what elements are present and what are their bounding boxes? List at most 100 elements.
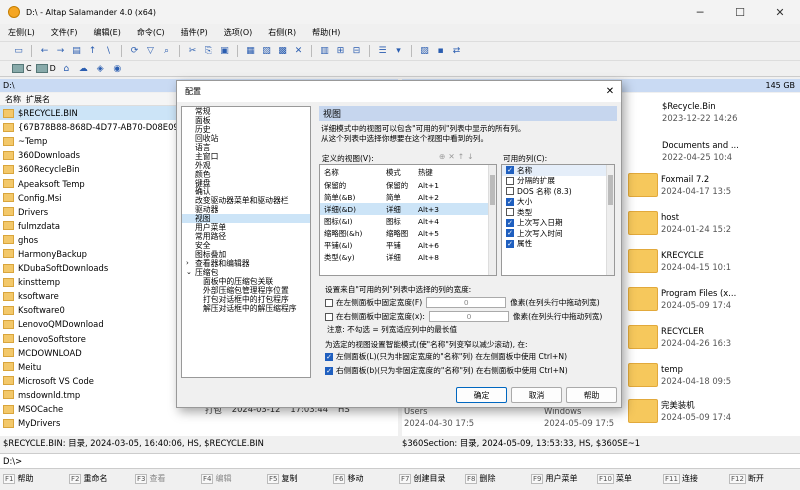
tree-node[interactable]: 打包对话框中的打包程序 — [182, 295, 310, 304]
smart-left-checkbox[interactable]: ✓ — [325, 352, 333, 361]
minimize-icon[interactable]: ─ — [680, 6, 720, 19]
columns-scrollbar[interactable] — [606, 165, 614, 275]
tree-node[interactable]: › 查看器和编辑器 — [182, 259, 310, 268]
hot-path-icon[interactable]: ▨ — [418, 45, 431, 58]
defined-views-list[interactable]: 名称 模式 热键 保留的 保留的 Alt+1 简单(&B) 简单 Alt+2 详细(&D) 详… — [319, 164, 497, 276]
menu-edit[interactable]: 编辑(E) — [86, 27, 129, 38]
menu-right[interactable]: 右侧(R) — [260, 27, 304, 38]
view-icon[interactable]: ☰ — [376, 45, 389, 58]
tree-node[interactable]: 回收站 — [182, 134, 310, 143]
filter-icon[interactable]: ▽ — [144, 45, 157, 58]
ftp-icon[interactable]: ◉ — [111, 62, 124, 75]
up-icon[interactable]: ↑ — [86, 45, 99, 58]
column-checkbox[interactable] — [506, 187, 514, 196]
tree-node[interactable]: 历史 — [182, 125, 310, 134]
view-row[interactable]: 缩略图(&h) 缩略图 Alt+5 — [320, 227, 496, 239]
tree-node[interactable]: 外观 — [182, 161, 310, 170]
folder-icon[interactable]: ▤ — [70, 45, 83, 58]
copy-icon[interactable]: ⎘ — [202, 45, 215, 58]
view-row[interactable]: 简单(&B) 简单 Alt+2 — [320, 191, 496, 203]
config-tree[interactable]: 常规 面板 历史 回收站 语言 主窗口 外观 颜色 键盘 确认 改变驱动器菜单和驱动器栏 驱动器 视图用… — [181, 106, 311, 378]
close-icon[interactable]: ✕ — [760, 6, 800, 19]
plugin-fs-icon[interactable]: ◈ — [94, 62, 107, 75]
dialog-close-icon[interactable]: ✕ — [599, 86, 621, 97]
column-option[interactable]: ✓ 大小 — [502, 197, 614, 208]
menu-file[interactable]: 文件(F) — [43, 27, 86, 38]
move-up-icon[interactable]: ↑ — [458, 152, 467, 161]
folder-tile[interactable]: host 2024-01-24 15:2 — [628, 211, 731, 235]
command-line[interactable]: D:\> — [0, 453, 800, 469]
column-option[interactable]: 类型 — [502, 207, 614, 218]
fkey-button[interactable]: F8 删除 — [462, 473, 528, 484]
find-icon[interactable]: ⌕ — [160, 45, 173, 58]
compare-icon[interactable]: ⇄ — [450, 45, 463, 58]
width-right-input[interactable]: 0 — [428, 311, 509, 322]
column-option[interactable]: ✓ 名称 — [502, 165, 614, 176]
paste-icon[interactable]: ▣ — [218, 45, 231, 58]
column-checkbox[interactable] — [506, 208, 514, 217]
unselect-icon[interactable]: ⊟ — [350, 45, 363, 58]
properties-icon[interactable]: ▥ — [318, 45, 331, 58]
tree-node[interactable]: 用户菜单 — [182, 223, 310, 232]
view-menu-icon[interactable]: ▾ — [392, 45, 405, 58]
tree-node[interactable]: 颜色 — [182, 170, 310, 179]
refresh-icon[interactable]: ⟳ — [128, 45, 141, 58]
fkey-button[interactable]: F2 重命名 — [66, 473, 132, 484]
new-view-icon[interactable]: ⊕ — [439, 152, 448, 161]
fkey-button[interactable]: F5 复制 — [264, 473, 330, 484]
views-scrollbar[interactable] — [488, 165, 496, 275]
folder-tile[interactable]: temp 2024-04-18 09:5 — [628, 363, 731, 387]
command-shell-icon[interactable]: ▪ — [434, 45, 447, 58]
network-icon[interactable]: ⌂ — [60, 62, 73, 75]
tree-node[interactable]: 视图 — [182, 214, 310, 223]
folder-tile[interactable]: Documents and ... 2022-04-25 10:4 — [662, 139, 739, 163]
folder-tile[interactable]: $Recycle.Bin 2023-12-22 14:26 — [662, 100, 737, 124]
tree-node[interactable]: 常规 — [182, 107, 310, 116]
file-row[interactable]: MyDrivers — [0, 416, 398, 430]
width-right-checkbox[interactable] — [325, 312, 333, 321]
column-option[interactable]: DOS 名称 (8.3) — [502, 186, 614, 197]
drive-c[interactable]: C — [12, 64, 32, 73]
select-icon[interactable]: ⊞ — [334, 45, 347, 58]
column-option[interactable]: ✓ 属性 — [502, 239, 614, 250]
tree-node[interactable]: 常用路径 — [182, 232, 310, 241]
tree-node[interactable]: 改变驱动器菜单和驱动器栏 — [182, 196, 310, 205]
menu-left[interactable]: 左侧(L) — [0, 27, 43, 38]
cancel-button[interactable]: 取消 — [511, 387, 562, 403]
folder-tile[interactable]: Foxmail 7.2 2024-04-17 13:5 — [628, 173, 731, 197]
view-row[interactable]: 类型(&y) 详细 Alt+8 — [320, 251, 496, 263]
maximize-icon[interactable]: ☐ — [720, 6, 760, 19]
tree-node[interactable]: 图标叠加 — [182, 250, 310, 259]
menu-commands[interactable]: 命令(C) — [129, 27, 173, 38]
drive-d[interactable]: D — [35, 64, 56, 73]
fkey-button[interactable]: F11 连接 — [660, 473, 726, 484]
column-checkbox[interactable]: ✓ — [506, 197, 514, 206]
fkey-button[interactable]: F1 帮助 — [0, 473, 66, 484]
back-icon[interactable]: ← — [38, 45, 51, 58]
column-checkbox[interactable]: ✓ — [506, 218, 514, 227]
folder-tile[interactable]: RECYCLER 2024-04-26 16:3 — [628, 325, 731, 349]
tree-node[interactable]: 外部压缩包管理程序位置 — [182, 286, 310, 295]
view-row[interactable]: 保留的 保留的 Alt+1 — [320, 179, 496, 191]
move-down-icon[interactable]: ↓ — [467, 152, 476, 161]
column-checkbox[interactable] — [506, 176, 514, 185]
help-button[interactable]: 帮助 — [566, 387, 617, 403]
fkey-button[interactable]: F6 移动 — [330, 473, 396, 484]
menu-plugins[interactable]: 插件(P) — [173, 27, 216, 38]
forward-icon[interactable]: → — [54, 45, 67, 58]
tree-node[interactable]: 面板中的压缩包关联 — [182, 277, 310, 286]
column-ext[interactable]: 扩展名 — [21, 94, 50, 105]
folder-tile[interactable]: Program Files (x... 2024-05-09 17:4 — [628, 287, 736, 311]
column-checkbox[interactable]: ✓ — [506, 239, 514, 248]
cloud-icon[interactable]: ☁ — [77, 62, 90, 75]
column-option[interactable]: 分隔的扩展 — [502, 176, 614, 187]
fkey-button[interactable]: F10 菜单 — [594, 473, 660, 484]
tree-node[interactable]: 驱动器 — [182, 205, 310, 214]
expander-icon[interactable]: › — [186, 259, 189, 268]
fkey-button[interactable]: F9 用户菜单 — [528, 473, 594, 484]
tree-node[interactable]: 面板 — [182, 116, 310, 125]
tree-node[interactable]: 安全 — [182, 241, 310, 250]
copy-files-icon[interactable]: ▦ — [244, 45, 257, 58]
available-columns-list[interactable]: ✓ 名称 分隔的扩展 DOS 名称 (8.3) ✓ 大小 类型 ✓ 上次写入日期 ✓ 上次写入时间 ✓… — [501, 164, 615, 276]
view-row[interactable]: 详细(&D) 详细 Alt+3 — [320, 203, 496, 215]
